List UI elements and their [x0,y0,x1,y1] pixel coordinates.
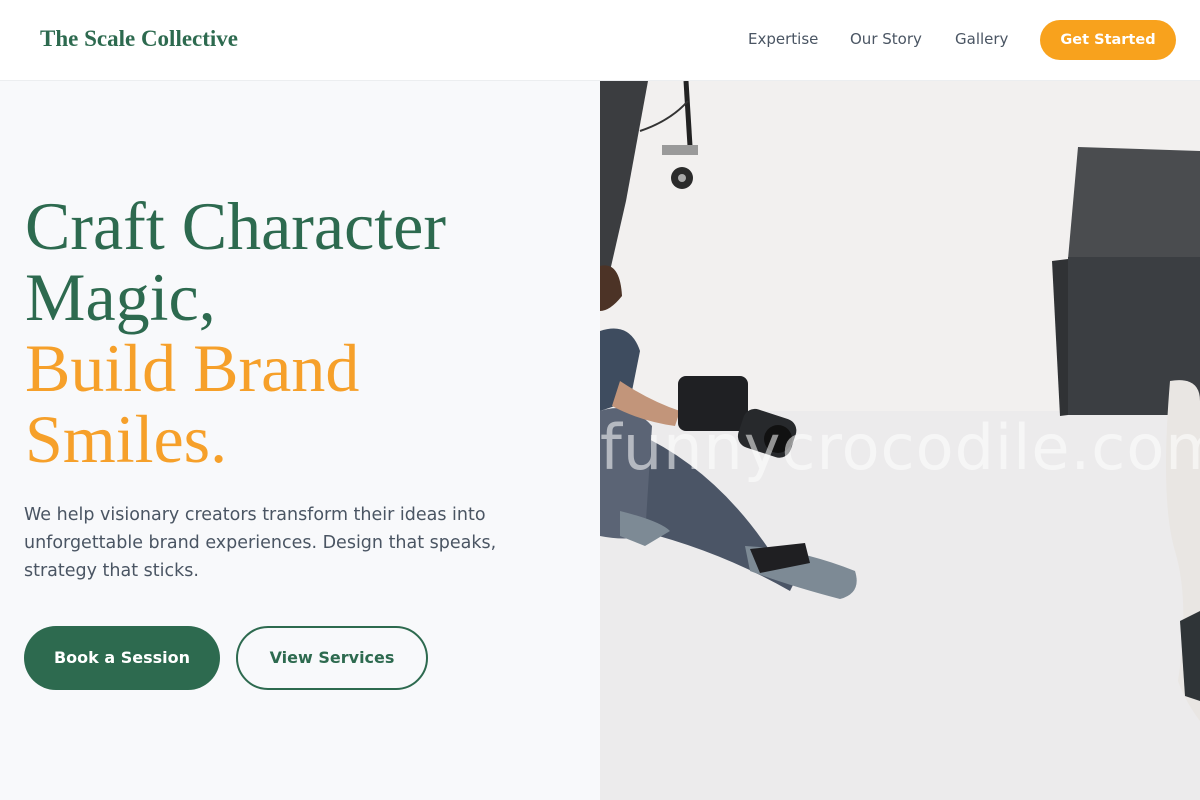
headline-line-2: Magic, [25,259,216,335]
book-session-button[interactable]: Book a Session [24,626,220,690]
headline-line-4: Smiles. [25,401,228,477]
nav-link-gallery[interactable]: Gallery [955,30,1008,48]
view-services-button[interactable]: View Services [236,626,428,690]
hero-description: We help visionary creators transform the… [24,505,497,581]
headline-line-3: Build Brand [25,330,360,406]
nav-link-our-story[interactable]: Our Story [850,30,922,48]
hero-text-panel: Craft Character Magic, Build Brand Smile… [0,81,600,800]
brand-logo[interactable]: The Scale Collective [40,26,238,52]
nav-link-expertise[interactable]: Expertise [748,30,818,48]
image-watermark: funnycrocodile.com [600,411,1200,484]
hero-headline: Craft Character Magic, Build Brand Smile… [25,191,585,475]
headline-line-1: Craft Character [25,188,446,264]
top-nav: The Scale Collective Expertise Our Story… [0,0,1200,81]
get-started-button[interactable]: Get Started [1040,20,1176,60]
hero-photo: funnycrocodile.com [600,81,1200,800]
